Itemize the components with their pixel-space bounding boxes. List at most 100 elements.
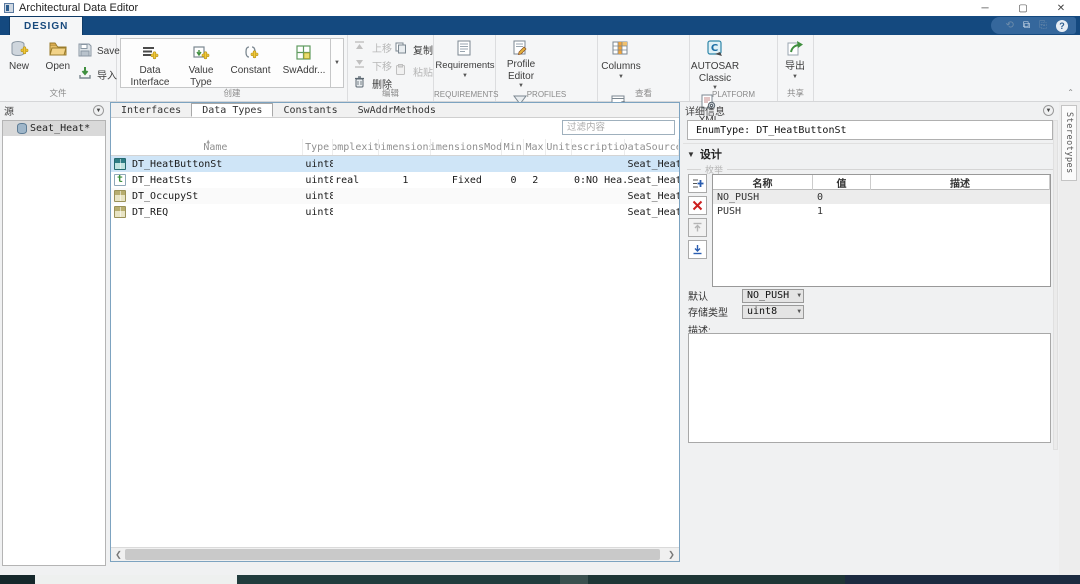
maximize-button[interactable]: ▢: [1004, 0, 1042, 16]
enum-type-yellow-icon: [114, 190, 126, 202]
value-type-icon: t: [114, 174, 126, 186]
requirements-dropdown-icon[interactable]: ▼: [462, 73, 468, 79]
scroll-right-icon[interactable]: ❯: [665, 548, 678, 561]
requirements-button[interactable]: Requirements ▼: [434, 35, 496, 89]
enum-row[interactable]: NO_PUSH 0: [713, 190, 1050, 204]
column-header-dimensionsmode[interactable]: DimensionsMode: [431, 139, 503, 155]
data-tabs: Interfaces Data Types Constants SwAddrMetho…: [111, 103, 679, 118]
tab-constants[interactable]: Constants: [273, 103, 347, 117]
columns-dropdown-icon[interactable]: ▼: [618, 74, 624, 80]
value-type-label: Value Type: [188, 65, 214, 88]
constant-button[interactable]: Constant: [223, 39, 278, 87]
enum-row[interactable]: PUSH 1: [713, 204, 1050, 218]
autosar-classic-button[interactable]: C AUTOSAR Classic ▼: [690, 35, 740, 91]
tab-data-types[interactable]: Data Types: [191, 103, 274, 117]
enum-move-top-button[interactable]: [688, 218, 707, 237]
storage-type-dropdown[interactable]: uint8 ▼: [742, 304, 804, 319]
data-interface-button[interactable]: Data Interface: [121, 39, 179, 88]
copy-button[interactable]: 复制: [394, 41, 433, 57]
taskbar-segment: [845, 575, 1080, 584]
storage-type-label: 存储类型: [688, 308, 728, 319]
new-button[interactable]: New: [2, 35, 36, 89]
column-header-min[interactable]: Min: [502, 139, 525, 155]
table-row[interactable]: DT_HeatButtonSt uint8 Seat_Heat...: [111, 156, 679, 172]
column-header-name[interactable]: Name ▲: [111, 139, 303, 155]
enum-move-bottom-button[interactable]: [688, 240, 707, 259]
enum-delete-button[interactable]: [688, 196, 707, 215]
gallery-dropdown-icon[interactable]: ▼: [330, 39, 343, 87]
import-label: 导入: [97, 70, 117, 82]
export-button[interactable]: 导出 ▼: [778, 35, 812, 89]
design-section-label: 设计: [699, 149, 722, 161]
tab-swaddrmethods[interactable]: SwAddrMethods: [348, 103, 446, 117]
copy-icon[interactable]: ⧉: [1023, 20, 1030, 31]
undo-icon[interactable]: ⟲: [1005, 20, 1013, 31]
description-textarea[interactable]: [688, 333, 1051, 443]
enum-column-header: 值: [813, 174, 871, 190]
column-header-complexity[interactable]: Complexity: [333, 139, 380, 155]
default-value: NO_PUSH: [747, 290, 790, 301]
default-label: 默认: [688, 292, 708, 303]
dropdown-arrow-icon: ▼: [797, 292, 801, 299]
column-header-unit[interactable]: Unit: [546, 139, 572, 155]
value-type-button[interactable]: Value Type: [179, 39, 223, 88]
profile-editor-label: Profile Editor: [506, 59, 536, 82]
table-row[interactable]: t DT_HeatSts uint8real 1 Fixed 0 2 0:NO Hea...S…: [111, 172, 679, 188]
columns-button[interactable]: Columns ▼: [598, 35, 644, 89]
section-platform-label: PLATFORM: [712, 90, 755, 99]
column-header-max[interactable]: Max: [524, 139, 546, 155]
section-requirements-label: REQUIREMENTS: [434, 90, 499, 99]
profile-editor-button[interactable]: Profile Editor ▼: [496, 35, 546, 89]
horizontal-scrollbar[interactable]: ❮ ❯: [111, 547, 679, 561]
table-row[interactable]: DT_OccupySt uint8 Seat_Heat...: [111, 188, 679, 204]
toolstrip-collapse-icon[interactable]: ⌃: [1067, 88, 1074, 97]
paste-button[interactable]: 粘贴: [394, 63, 433, 79]
tab-design[interactable]: DESIGN: [9, 16, 84, 35]
filter-input[interactable]: [562, 120, 675, 135]
section-create-label: 创建: [223, 88, 241, 98]
export-dropdown-icon[interactable]: ▼: [792, 74, 798, 80]
move-down-button[interactable]: 下移: [353, 57, 392, 73]
table-body: DT_HeatButtonStuint8Seat_Heat...tDT_Heat…: [111, 156, 679, 220]
column-header-dimensions[interactable]: Dimensions: [379, 139, 431, 155]
source-list: Seat_Heat*: [2, 120, 106, 566]
source-item[interactable]: Seat_Heat*: [3, 121, 105, 136]
open-button[interactable]: Open: [39, 35, 77, 89]
move-top-icon: [693, 222, 702, 232]
section-create: Data Interface Value Type Constant SwAdd…: [117, 35, 348, 101]
stereotypes-tab[interactable]: Stereotypes: [1061, 105, 1077, 181]
cell-name: DT_REQ: [132, 206, 169, 218]
move-up-button[interactable]: 上移: [353, 39, 392, 55]
toolstrip: New Open Save ▼ 导入 ▼ 文件: [0, 35, 1080, 143]
details-title: 详细信息: [685, 107, 725, 118]
minimize-button[interactable]: ─: [966, 0, 1004, 16]
table-row[interactable]: DT_REQ uint8 Seat_Heat...: [111, 204, 679, 220]
help-icon[interactable]: ?: [1056, 19, 1068, 32]
column-header-datasource[interactable]: DataSource: [625, 139, 679, 155]
swaddr-button[interactable]: SwAddr...: [278, 39, 330, 87]
details-scrollbar[interactable]: [1053, 120, 1058, 450]
tab-interfaces[interactable]: Interfaces: [111, 103, 191, 117]
enum-add-button[interactable]: [688, 174, 707, 193]
details-collapse-icon[interactable]: ▼: [1043, 105, 1054, 116]
scrollbar-thumb[interactable]: [125, 549, 660, 560]
scroll-left-icon[interactable]: ❮: [112, 548, 125, 561]
save-icon: [78, 43, 94, 59]
database-icon: [17, 123, 27, 134]
default-dropdown[interactable]: NO_PUSH ▼: [742, 288, 804, 303]
design-section-header[interactable]: ▼ 设计: [687, 146, 722, 162]
requirements-icon: [455, 39, 475, 59]
autosar-classic-icon: C: [705, 39, 725, 59]
create-gallery: Data Interface Value Type Constant SwAdd…: [120, 38, 344, 88]
close-button[interactable]: ✕: [1042, 0, 1080, 16]
column-header-type[interactable]: Type: [303, 139, 333, 155]
column-header-description[interactable]: Description: [572, 139, 626, 155]
storage-type-value: uint8: [747, 306, 778, 317]
constant-label: Constant: [230, 65, 271, 76]
taskbar-active-app[interactable]: [35, 575, 237, 584]
section-profiles: Profile Editor ▼ Stereotype Filter ▼ PRO…: [496, 35, 598, 143]
quick-access-toolbar: ⟲ ⧉ ⎘ ?: [991, 17, 1076, 34]
move-down-label: 下移: [372, 61, 392, 73]
source-pane-collapse-icon[interactable]: ▼: [93, 105, 104, 116]
paste-icon[interactable]: ⎘: [1039, 20, 1047, 31]
